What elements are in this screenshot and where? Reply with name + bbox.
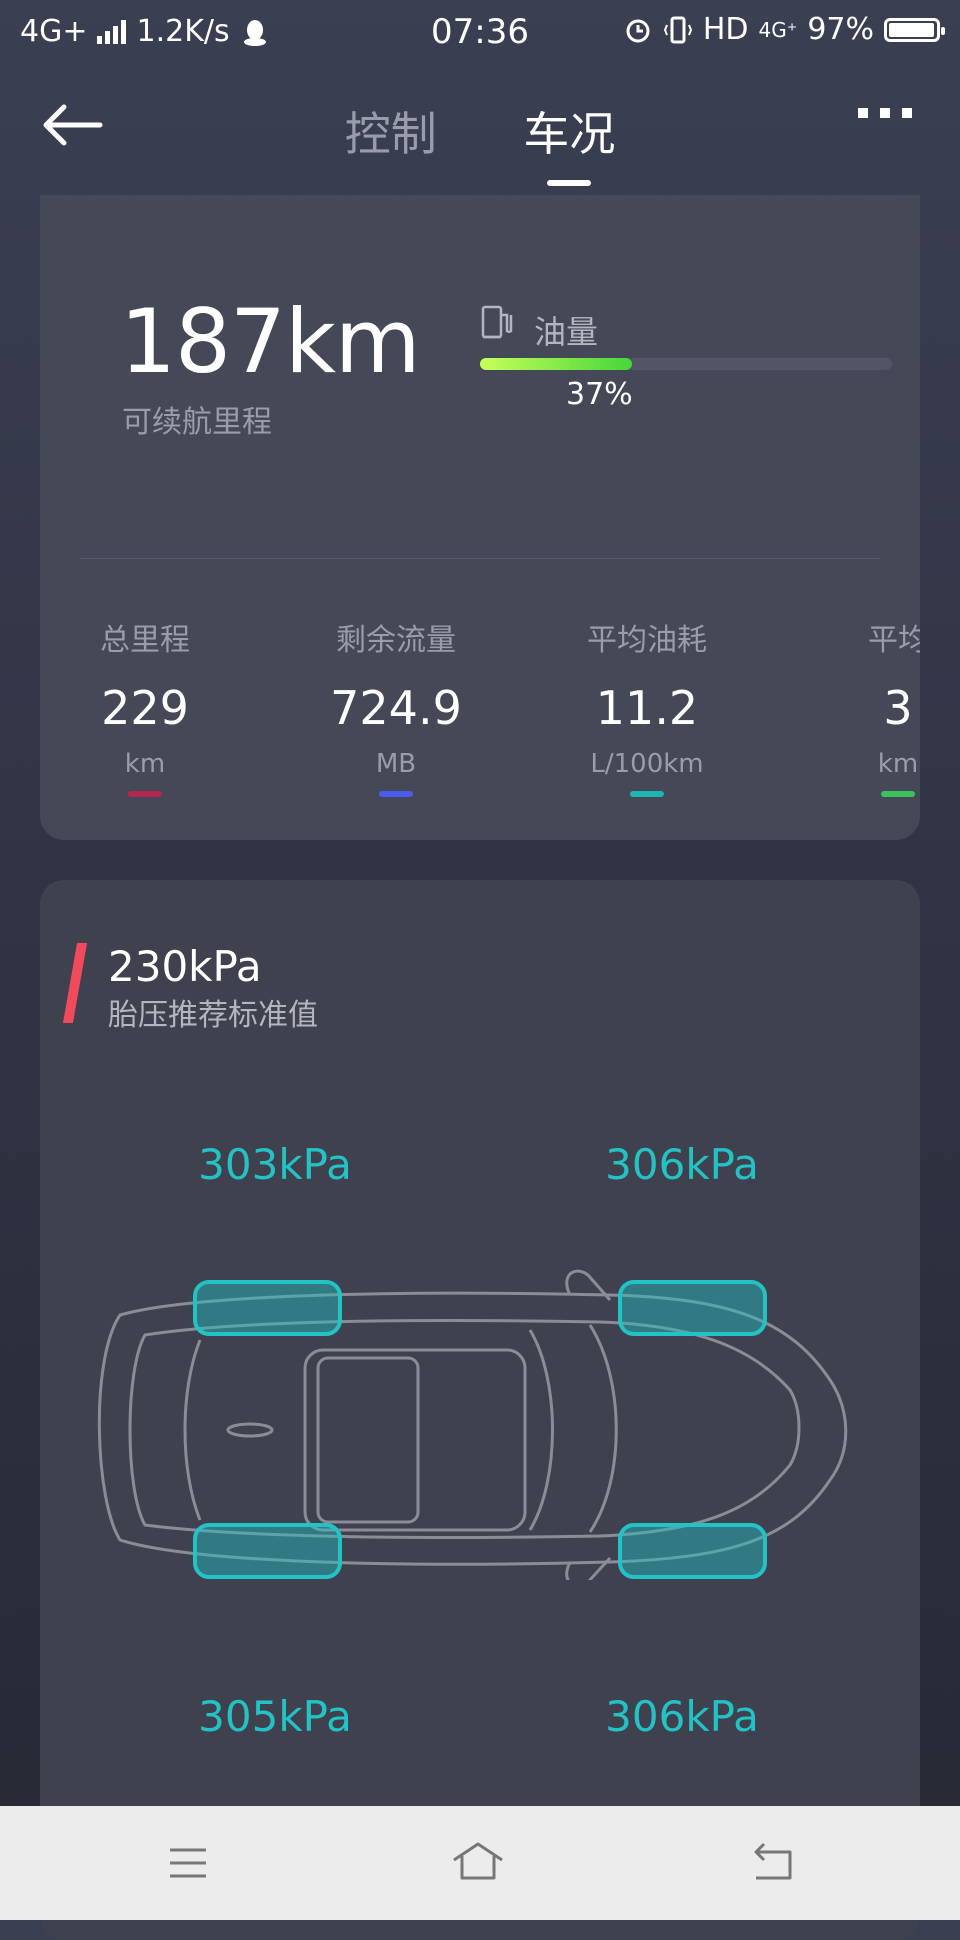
fuel-pump-icon bbox=[481, 305, 513, 339]
tire-front-left bbox=[193, 1280, 342, 1336]
stat-color-bar bbox=[881, 791, 915, 797]
stat-unit: MB bbox=[375, 749, 417, 779]
divider bbox=[80, 558, 880, 559]
tab-control[interactable]: 控制 bbox=[345, 98, 437, 164]
network-type-secondary: 4G⁺ bbox=[758, 17, 798, 42]
standard-pressure-label: 胎压推荐标准值 bbox=[108, 998, 318, 1033]
status-right: HD 4G⁺ 97% bbox=[623, 12, 945, 47]
home-icon[interactable] bbox=[448, 1838, 508, 1888]
tire-front-right bbox=[618, 1280, 767, 1336]
back-icon[interactable] bbox=[742, 1838, 802, 1888]
tire-pressure-front-right: 306kPa bbox=[605, 1140, 759, 1189]
tire-pressure-card: 230kPa 胎压推荐标准值 303kPa 306kPa 305kPa 306k… bbox=[40, 880, 920, 1940]
tire-pressure-rear-right: 306kPa bbox=[605, 1692, 759, 1741]
fuel-level-fill bbox=[480, 358, 633, 370]
stat-remaining-data[interactable]: 剩余流量 724.9 MB bbox=[286, 615, 506, 797]
range-label: 可续航里程 bbox=[122, 405, 272, 440]
accent-bar bbox=[62, 943, 88, 1023]
summary-card: 187km 可续航里程 油量 37% 总里程 229 km 剩余流量 724.9… bbox=[40, 195, 920, 840]
fuel-percent: 37% bbox=[566, 377, 633, 412]
stat-label: 平均油耗 bbox=[587, 623, 707, 658]
fuel-label: 油量 bbox=[534, 313, 599, 351]
battery-percent: 97% bbox=[807, 12, 874, 47]
stat-label: 剩余流量 bbox=[336, 623, 456, 658]
stat-unit: km bbox=[124, 749, 166, 779]
stat-value: 229 bbox=[101, 681, 189, 735]
alarm-icon bbox=[626, 19, 650, 42]
fuel-level-bar bbox=[480, 358, 892, 370]
stat-value: 3 bbox=[883, 681, 913, 735]
car-top-view bbox=[97, 1269, 848, 1580]
stat-color-bar bbox=[630, 791, 664, 797]
status-bar: 4G+ 1.2K/s 07:36 HD 4G⁺ 97% bbox=[0, 0, 960, 64]
tire-pressure-front-left: 303kPa bbox=[198, 1140, 352, 1189]
stat-unit: km bbox=[877, 749, 919, 779]
range-value: 187km bbox=[120, 290, 421, 393]
standard-pressure-value: 230kPa bbox=[108, 942, 262, 991]
tire-rear-left bbox=[193, 1523, 342, 1579]
stat-avg-other[interactable]: 平均 3 km bbox=[788, 615, 920, 797]
stat-avg-fuel[interactable]: 平均油耗 11.2 L/100km bbox=[537, 615, 757, 797]
top-nav: 控制 车况 bbox=[0, 80, 960, 186]
stat-value: 11.2 bbox=[595, 681, 699, 735]
system-nav-bar bbox=[0, 1806, 960, 1920]
stat-unit: L/100km bbox=[590, 749, 704, 779]
tab-bar: 控制 车况 bbox=[0, 98, 960, 186]
stat-total-mileage[interactable]: 总里程 229 km bbox=[40, 615, 255, 797]
more-options-icon[interactable] bbox=[850, 108, 920, 138]
stat-label: 平均 bbox=[868, 623, 920, 658]
stat-color-bar bbox=[379, 791, 413, 797]
tire-rear-right bbox=[618, 1523, 767, 1579]
tab-vehicle-status[interactable]: 车况 bbox=[523, 98, 615, 186]
hd-indicator: HD bbox=[702, 12, 749, 47]
stat-color-bar bbox=[128, 791, 162, 797]
battery-icon bbox=[884, 17, 945, 42]
stat-value: 724.9 bbox=[330, 681, 462, 735]
stat-label: 总里程 bbox=[100, 623, 190, 658]
tire-pressure-rear-left: 305kPa bbox=[198, 1692, 352, 1741]
menu-icon[interactable] bbox=[158, 1838, 218, 1888]
vibrate-icon bbox=[663, 16, 692, 43]
